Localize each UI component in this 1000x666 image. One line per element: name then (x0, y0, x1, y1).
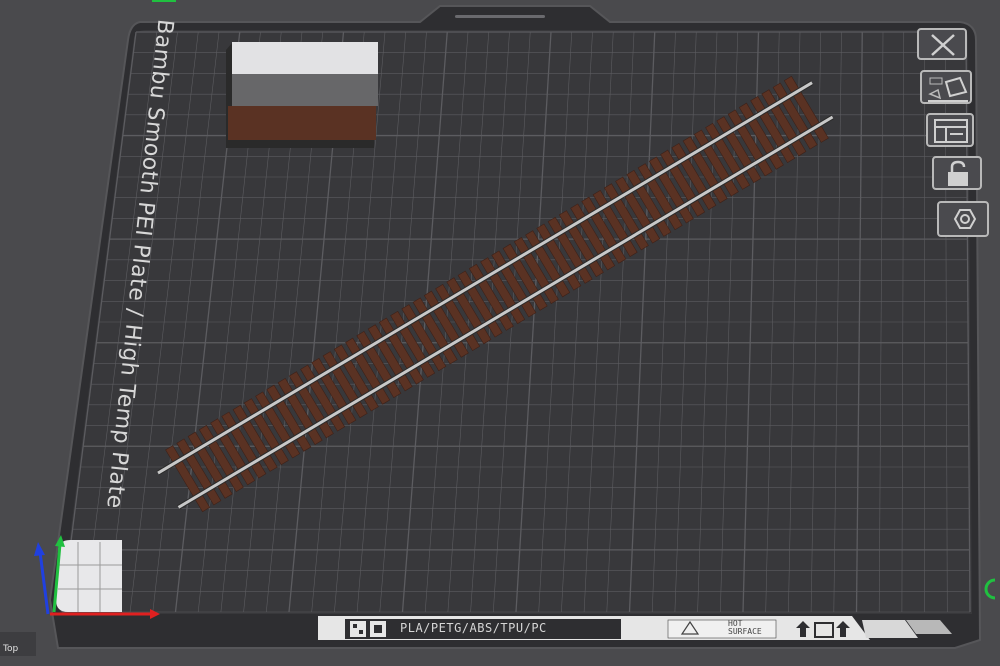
lock-icon (934, 158, 984, 192)
status-indicator (986, 580, 995, 598)
arrange-button[interactable] (926, 113, 974, 147)
settings-button[interactable] (937, 201, 989, 237)
arrange-icon (928, 115, 976, 149)
status-indicator-top (152, 0, 176, 2)
close-icon (919, 30, 969, 62)
auto-orient-button[interactable] (920, 70, 972, 104)
auto-orient-icon (922, 72, 974, 106)
color-cube-object[interactable] (226, 42, 378, 148)
settings-icon (939, 203, 991, 239)
view-mode-label: Top (0, 632, 36, 656)
close-button[interactable] (917, 28, 967, 60)
plate-handle (455, 15, 545, 18)
filament-compat-label: PLA/PETG/ABS/TPU/PC (400, 621, 547, 635)
hot-surface-warning: HOT SURFACE (698, 620, 778, 636)
lock-button[interactable] (932, 156, 982, 190)
